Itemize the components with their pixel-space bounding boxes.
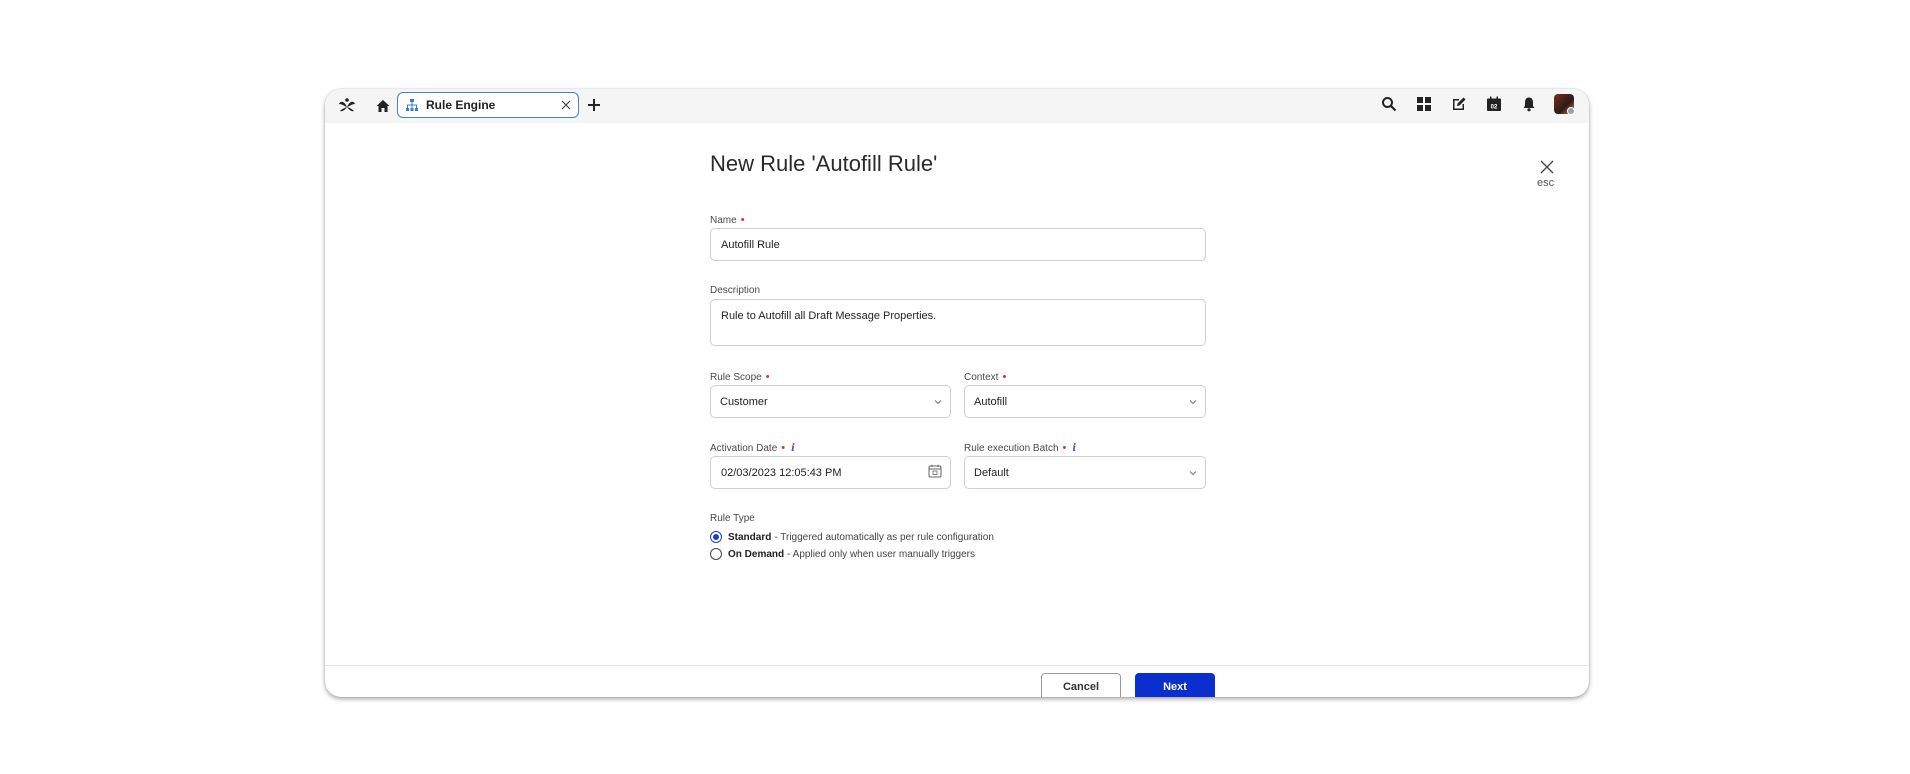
dialog-title: New Rule 'Autofill Rule': [710, 151, 938, 176]
calendar-day: 02: [1491, 105, 1498, 111]
radio-button-standard[interactable]: [710, 531, 722, 543]
chevron-down-icon: [1189, 399, 1197, 404]
info-icon[interactable]: i: [791, 443, 795, 454]
tab-rule-engine[interactable]: Rule Engine: [397, 92, 579, 118]
rule-scope-value: Customer: [720, 395, 768, 408]
notification-bell-icon[interactable]: [1519, 94, 1539, 114]
required-marker: •: [1002, 371, 1007, 383]
rule-execution-batch-value: Default: [974, 466, 1009, 479]
description-label-text: Description: [710, 285, 761, 296]
add-tab-icon[interactable]: [587, 98, 601, 112]
app-window: Rule Engine 02 New Rule 'Autofill Rule' …: [325, 89, 1589, 697]
rule-execution-batch-label: Rule execution Batch • i: [964, 442, 1076, 454]
esc-label: esc: [1537, 177, 1555, 189]
radio-option-standard[interactable]: Standard - Triggered automatically as pe…: [710, 531, 994, 543]
required-marker: •: [781, 442, 786, 454]
required-marker: •: [740, 214, 745, 226]
rule-execution-batch-select[interactable]: Default: [964, 456, 1206, 489]
description-field[interactable]: Rule to Autofill all Draft Message Prope…: [710, 299, 1206, 346]
brand-logo-icon[interactable]: [337, 96, 357, 116]
name-label: Name •: [710, 214, 745, 226]
context-label: Context •: [964, 371, 1006, 383]
rule-scope-label: Rule Scope •: [710, 371, 770, 383]
tab-label: Rule Engine: [426, 98, 496, 112]
home-icon[interactable]: [375, 98, 391, 114]
rule-type-label-text: Rule Type: [710, 513, 755, 524]
radio-option-on-demand[interactable]: On Demand - Applied only when user manua…: [710, 548, 975, 560]
close-tab-icon[interactable]: [561, 100, 571, 110]
hierarchy-icon: [406, 99, 418, 111]
info-icon[interactable]: i: [1072, 443, 1076, 454]
rule-scope-select[interactable]: Customer: [710, 385, 951, 418]
activation-date-value: 02/03/2023 12:05:43 PM: [721, 466, 842, 479]
rule-type-label: Rule Type: [710, 513, 755, 524]
context-value: Autofill: [974, 395, 1008, 408]
name-label-text: Name: [710, 214, 737, 226]
avatar[interactable]: [1554, 94, 1575, 115]
context-label-text: Context: [964, 371, 999, 383]
chevron-down-icon: [1189, 470, 1197, 475]
required-marker: •: [1062, 442, 1067, 454]
top-bar: Rule Engine 02: [325, 89, 1589, 123]
radio-title-on-demand: On Demand: [728, 548, 785, 560]
next-button[interactable]: Next: [1135, 673, 1215, 697]
activation-date-label: Activation Date • i: [710, 442, 795, 454]
search-icon[interactable]: [1379, 94, 1399, 114]
user-avatar-image: [1554, 94, 1575, 115]
radio-button-on-demand[interactable]: [710, 548, 722, 560]
rule-scope-label-text: Rule Scope: [710, 371, 762, 383]
calendar-icon[interactable]: 02: [1484, 94, 1504, 114]
rule-execution-batch-label-text: Rule execution Batch: [964, 442, 1059, 454]
description-label: Description: [710, 285, 760, 296]
activation-date-field[interactable]: 02/03/2023 12:05:43 PM: [710, 456, 951, 489]
radio-title-standard: Standard: [728, 531, 772, 543]
activation-date-label-text: Activation Date: [710, 442, 778, 454]
radio-desc-on-demand: - Applied only when user manually trigge…: [787, 548, 976, 560]
close-icon[interactable]: [1539, 159, 1555, 175]
cancel-button[interactable]: Cancel: [1041, 673, 1121, 697]
required-marker: •: [765, 371, 770, 383]
calendar-picker-icon[interactable]: [928, 464, 942, 478]
top-right-toolbar: 02: [1364, 94, 1575, 115]
compose-icon[interactable]: [1449, 94, 1469, 114]
chevron-down-icon: [934, 399, 942, 404]
radio-desc-standard: - Triggered automatically as per rule co…: [774, 531, 994, 543]
name-field[interactable]: Autofill Rule: [710, 228, 1206, 261]
footer-divider: [325, 665, 1589, 666]
context-select[interactable]: Autofill: [964, 385, 1206, 418]
apps-grid-icon[interactable]: [1414, 94, 1434, 114]
